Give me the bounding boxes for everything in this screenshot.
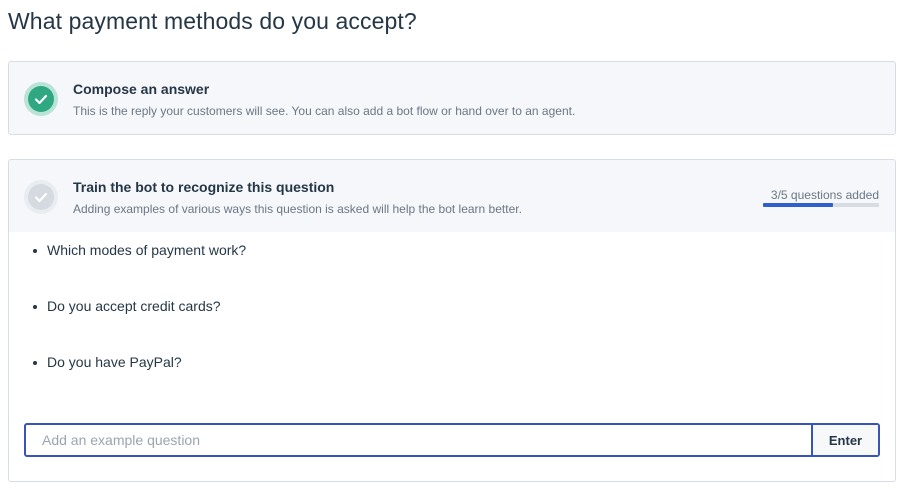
example-question-input[interactable] bbox=[26, 425, 811, 455]
page-title: What payment methods do you accept? bbox=[8, 8, 417, 34]
example-question-item[interactable]: Which modes of payment work? bbox=[9, 232, 895, 288]
progress-bar bbox=[763, 203, 879, 207]
train-step-title: Train the bot to recognize this question bbox=[73, 179, 335, 195]
example-question-text: Do you accept credit cards? bbox=[47, 298, 221, 314]
example-question-item[interactable]: Do you accept credit cards? bbox=[9, 288, 895, 344]
compose-answer-step[interactable]: Compose an answer This is the reply your… bbox=[8, 61, 896, 135]
check-icon bbox=[24, 82, 58, 116]
example-question-text: Which modes of payment work? bbox=[47, 242, 247, 258]
progress-label: 3/5 questions added bbox=[770, 188, 879, 202]
bullet-icon bbox=[33, 305, 37, 309]
progress-bar-fill bbox=[763, 203, 833, 207]
compose-step-subtitle: This is the reply your customers will se… bbox=[73, 104, 576, 118]
train-step-subtitle: Adding examples of various ways this que… bbox=[73, 202, 522, 216]
enter-button[interactable]: Enter bbox=[811, 425, 878, 455]
example-question-item[interactable]: Do you have PayPal? bbox=[9, 344, 895, 400]
example-question-list: Which modes of payment work? Do you accep… bbox=[9, 232, 895, 400]
example-entry-row: Enter bbox=[24, 423, 880, 457]
compose-step-title: Compose an answer bbox=[73, 81, 210, 97]
bullet-icon bbox=[33, 361, 37, 365]
train-step-header: Train the bot to recognize this question… bbox=[9, 160, 895, 232]
check-icon bbox=[24, 180, 58, 214]
example-question-text: Do you have PayPal? bbox=[47, 354, 182, 370]
train-bot-step: Train the bot to recognize this question… bbox=[8, 159, 896, 482]
bullet-icon bbox=[33, 249, 37, 253]
compose-step-header[interactable]: Compose an answer This is the reply your… bbox=[9, 62, 895, 134]
